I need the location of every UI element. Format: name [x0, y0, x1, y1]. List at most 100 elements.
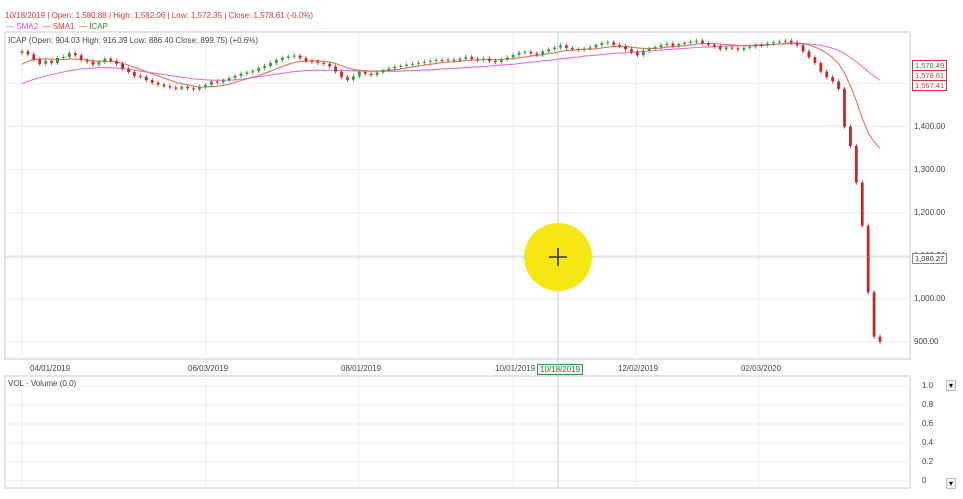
- candle-body: [541, 51, 545, 55]
- candle-body: [156, 82, 160, 85]
- candle-body: [878, 336, 882, 342]
- candle-body: [369, 73, 373, 76]
- candle-body: [20, 51, 24, 54]
- date-tick-label: 12/02/2019: [618, 364, 659, 373]
- candle-body: [553, 47, 556, 50]
- candle-body: [772, 42, 775, 44]
- candle-body: [742, 47, 746, 50]
- candle-body: [872, 292, 876, 337]
- candle-body: [440, 59, 444, 61]
- volume-tick-label: 0.4: [922, 438, 934, 447]
- candle-body: [470, 56, 474, 60]
- volume-label: VOL - Volume (0.0): [8, 379, 77, 388]
- candle-body: [44, 60, 48, 64]
- candle-body: [375, 72, 379, 76]
- candle-body: [138, 75, 142, 77]
- legend-sma2[interactable]: — SMA2: [6, 22, 38, 31]
- date-tick-label: 10/01/2019: [495, 364, 536, 373]
- candle-body: [192, 88, 195, 90]
- icap-info: ICAP (Open: 904.03 High: 916.39 Low: 886…: [8, 36, 259, 45]
- candle-body: [819, 62, 823, 72]
- candle-body: [476, 59, 480, 61]
- price-tick-label: 1,200.00: [914, 207, 946, 217]
- candle-body: [570, 47, 574, 50]
- candle-body: [511, 54, 515, 58]
- candle-body: [150, 80, 154, 83]
- candle-body: [97, 62, 101, 65]
- candle-body: [724, 47, 728, 50]
- chart-canvas: [4, 31, 911, 489]
- candle-body: [340, 71, 343, 78]
- candle-body: [127, 68, 130, 73]
- candle-body: [32, 54, 36, 60]
- candle-body: [635, 52, 639, 56]
- candle-body: [618, 44, 622, 47]
- volume-tick-label: 0: [922, 476, 927, 485]
- candle-body: [701, 40, 704, 44]
- candle-body: [103, 58, 107, 63]
- candle-body: [866, 225, 870, 293]
- candle-body: [582, 48, 586, 51]
- candle-body: [334, 66, 338, 72]
- candle-body: [67, 53, 71, 57]
- candle-body: [594, 44, 598, 48]
- candle-body: [144, 76, 148, 81]
- candle-body: [393, 66, 397, 69]
- crosshair-price-label: 1,080.27: [912, 253, 948, 264]
- candle-body: [547, 49, 551, 52]
- candle-body: [529, 51, 533, 54]
- legend-icap-swatch: —: [78, 22, 90, 31]
- candle-body: [482, 58, 485, 60]
- date-tick-label: 08/01/2019: [341, 364, 382, 373]
- candle-body: [837, 81, 840, 89]
- price-tick-label: 1,400.00: [914, 121, 946, 131]
- candle-body: [624, 46, 627, 50]
- candle-body: [215, 81, 219, 83]
- candle-body: [523, 51, 527, 53]
- candle-body: [275, 59, 278, 63]
- date-tick-label: 02/03/2020: [741, 364, 782, 373]
- candle-body: [695, 40, 698, 42]
- candle-body: [778, 41, 781, 43]
- candle-body: [174, 87, 178, 89]
- candle-body: [292, 55, 296, 57]
- candle-body: [647, 48, 651, 51]
- chart-frame: [4, 31, 911, 489]
- legend-sma2-swatch: —: [6, 22, 17, 31]
- candle-body: [269, 62, 272, 66]
- legend-sma1-swatch: —: [42, 22, 53, 31]
- candle-body: [689, 41, 693, 43]
- candle-body: [38, 59, 42, 64]
- candle-body: [641, 50, 645, 56]
- candle-body: [286, 56, 290, 58]
- candle-body: [322, 62, 326, 64]
- candle-body: [831, 77, 835, 82]
- candle-body: [488, 58, 491, 61]
- legend-icap[interactable]: — ICAP: [79, 22, 108, 31]
- price-tick-label: 1,300.00: [914, 164, 946, 174]
- candle-body: [417, 62, 420, 64]
- candle-body: [280, 57, 284, 60]
- candle-body: [843, 88, 846, 127]
- price-tick-label: 1,000.00: [914, 293, 946, 303]
- candle-body: [328, 63, 332, 67]
- candle-body: [499, 59, 503, 63]
- candle-body: [434, 59, 438, 61]
- candle-body: [198, 87, 201, 90]
- candle-body: [245, 72, 249, 74]
- pane-resize-icon[interactable]: ▾: [946, 478, 957, 489]
- candle-body: [186, 86, 190, 89]
- candle-body: [718, 46, 722, 50]
- legend-sma1[interactable]: — SMA1: [42, 22, 74, 31]
- candle-body: [535, 53, 539, 55]
- candle-body: [209, 81, 213, 85]
- candle-body: [712, 44, 716, 47]
- pane-close-icon[interactable]: ▾: [946, 380, 957, 391]
- candle-body: [789, 40, 793, 43]
- volume-tick-label: 0.6: [922, 419, 934, 428]
- candle-body: [310, 60, 314, 62]
- candle-body: [576, 49, 580, 51]
- candle-body: [133, 72, 136, 76]
- candle-body: [109, 58, 113, 61]
- candle-body: [801, 45, 805, 52]
